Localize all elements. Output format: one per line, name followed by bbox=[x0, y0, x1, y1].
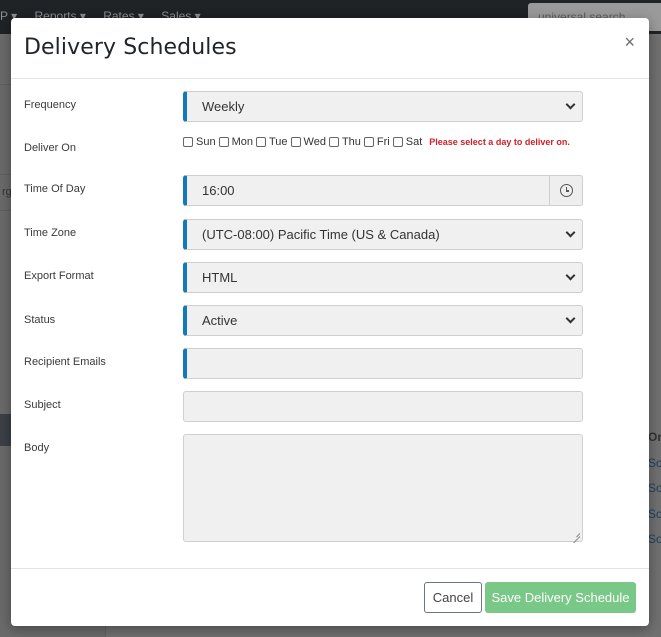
modal-title: Delivery Schedules bbox=[24, 35, 237, 60]
background-table-link: So bbox=[648, 506, 661, 521]
export-format-label: Export Format bbox=[24, 270, 94, 282]
close-icon[interactable]: × bbox=[624, 32, 635, 52]
time-picker-button[interactable] bbox=[549, 175, 583, 206]
time-of-day-input[interactable]: 16:00 bbox=[183, 175, 583, 206]
cancel-button[interactable]: Cancel bbox=[424, 582, 482, 613]
background-table-link: So bbox=[648, 455, 661, 470]
day-label: Fri bbox=[376, 136, 390, 148]
day-label: Wed bbox=[303, 136, 326, 148]
body-label: Body bbox=[24, 442, 50, 454]
day-option-sat[interactable]: Sat bbox=[392, 136, 423, 148]
clock-icon bbox=[560, 184, 573, 197]
mon-checkbox[interactable] bbox=[218, 137, 229, 147]
deliver-on-days: Sun Mon Tue Wed Thu Fri Sat Please selec… bbox=[183, 136, 570, 148]
day-label: Mon bbox=[231, 136, 253, 148]
time-zone-select[interactable]: (UTC-08:00) Pacific Time (US & Canada) bbox=[183, 219, 583, 250]
save-delivery-schedule-button[interactable]: Save Delivery Schedule bbox=[485, 582, 636, 613]
chevron-down-icon bbox=[565, 227, 576, 238]
status-select[interactable]: Active bbox=[183, 305, 583, 336]
status-label: Status bbox=[24, 314, 56, 326]
time-zone-label: Time Zone bbox=[24, 227, 77, 239]
subject-input[interactable] bbox=[183, 391, 583, 422]
chevron-down-icon bbox=[565, 313, 576, 324]
time-of-day-value: 16:00 bbox=[202, 183, 235, 198]
status-value: Active bbox=[202, 313, 238, 328]
tue-checkbox[interactable] bbox=[255, 137, 266, 147]
day-option-mon[interactable]: Mon bbox=[218, 136, 253, 148]
frequency-label: Frequency bbox=[24, 99, 76, 111]
deliver-on-label: Deliver On bbox=[24, 142, 76, 154]
time-zone-value: (UTC-08:00) Pacific Time (US & Canada) bbox=[202, 227, 440, 242]
background-table-link: So bbox=[648, 532, 661, 546]
day-label: Thu bbox=[341, 136, 361, 148]
background-table-link: So bbox=[648, 481, 661, 495]
delivery-schedules-modal: Delivery Schedules × Frequency Weekly De… bbox=[11, 18, 649, 626]
day-option-thu[interactable]: Thu bbox=[328, 136, 361, 148]
chevron-down-icon bbox=[565, 270, 576, 281]
recipient-emails-input[interactable] bbox=[183, 348, 583, 379]
deliver-on-error: Please select a day to deliver on. bbox=[429, 137, 570, 147]
body-textarea[interactable] bbox=[183, 434, 583, 542]
day-option-fri[interactable]: Fri bbox=[363, 136, 390, 148]
modal-header: Delivery Schedules × bbox=[11, 18, 649, 79]
frequency-select[interactable]: Weekly bbox=[183, 91, 583, 122]
background-table-fragment: Or So So So So bbox=[648, 430, 661, 558]
background-table-header: Or bbox=[648, 430, 661, 444]
day-option-tue[interactable]: Tue bbox=[255, 136, 288, 148]
subject-label: Subject bbox=[24, 399, 61, 411]
frequency-value: Weekly bbox=[202, 99, 245, 114]
thu-checkbox[interactable] bbox=[328, 137, 339, 147]
day-option-wed[interactable]: Wed bbox=[290, 136, 326, 148]
resize-handle-icon[interactable] bbox=[572, 531, 580, 539]
sat-checkbox[interactable] bbox=[392, 137, 403, 147]
sun-checkbox[interactable] bbox=[183, 137, 193, 147]
chevron-down-icon bbox=[565, 99, 576, 110]
day-label: Tue bbox=[268, 136, 288, 148]
wed-checkbox[interactable] bbox=[290, 137, 301, 147]
export-format-select[interactable]: HTML bbox=[183, 262, 583, 293]
fri-checkbox[interactable] bbox=[363, 137, 374, 147]
day-label: Sun bbox=[196, 136, 216, 148]
export-format-value: HTML bbox=[202, 270, 238, 285]
day-label: Sat bbox=[405, 136, 423, 148]
recipient-emails-label: Recipient Emails bbox=[24, 356, 106, 368]
day-option-sun[interactable]: Sun bbox=[183, 136, 216, 148]
modal-footer: Cancel Save Delivery Schedule bbox=[11, 568, 649, 626]
time-of-day-label: Time Of Day bbox=[24, 183, 86, 195]
